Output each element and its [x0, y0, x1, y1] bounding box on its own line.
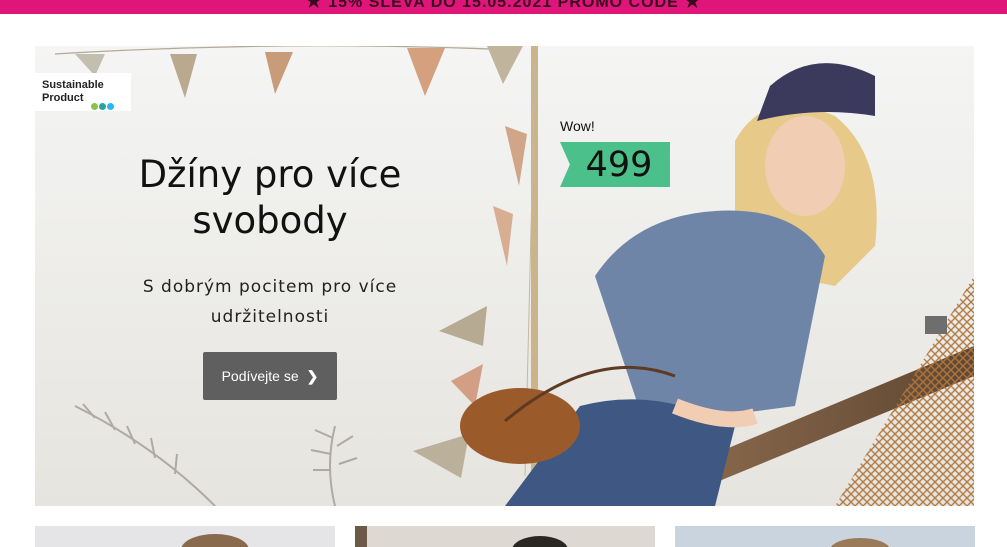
- sustainable-product-badge: Sustainable Product: [35, 73, 131, 111]
- hero-headline-line2: svobody: [192, 199, 348, 242]
- promo-bar[interactable]: ★ 15% SLEVA DO 15.05.2021 PROMO CODE ★: [0, 0, 1007, 14]
- dot-icon: [107, 103, 114, 110]
- hero-subline: S dobrým pocitem pro více udržitelnosti: [95, 272, 445, 332]
- hero-subline-line2: udržitelnosti: [210, 307, 330, 327]
- promo-text: 15% SLEVA DO 15.05.2021 PROMO CODE: [328, 0, 679, 11]
- price-value: 499: [585, 145, 653, 185]
- tile-image: [675, 526, 975, 547]
- dot-icon: [99, 103, 106, 110]
- hero-headline-line1: Džíny pro více: [138, 153, 402, 196]
- hero-banner[interactable]: Sustainable Product Džíny pro více svobo…: [35, 46, 974, 506]
- badge-line-2: Product: [42, 92, 84, 104]
- badge-dots: [91, 95, 115, 114]
- hero-subline-line1: S dobrým pocitem pro více: [142, 277, 398, 297]
- star-icon: ★: [684, 0, 702, 11]
- category-tile-2[interactable]: [355, 526, 655, 547]
- category-tile-1[interactable]: [35, 526, 335, 547]
- badge-line-1: Sustainable: [42, 79, 104, 91]
- hero-headline: Džíny pro více svobody: [95, 152, 445, 244]
- price-tag: 499: [560, 142, 670, 187]
- category-tile-3[interactable]: [675, 526, 975, 547]
- dot-icon: [91, 103, 98, 110]
- view-button[interactable]: Podívejte se ❯: [203, 352, 337, 400]
- view-button-label: Podívejte se: [221, 368, 299, 384]
- tile-image: [35, 526, 335, 547]
- tile-image: [355, 526, 655, 547]
- star-icon: ★: [305, 0, 323, 11]
- price-label: Wow!: [560, 118, 595, 134]
- category-tiles: [0, 526, 1007, 547]
- promo-text-row: ★ 15% SLEVA DO 15.05.2021 PROMO CODE ★: [0, 0, 1007, 12]
- chevron-right-icon: ❯: [306, 367, 319, 384]
